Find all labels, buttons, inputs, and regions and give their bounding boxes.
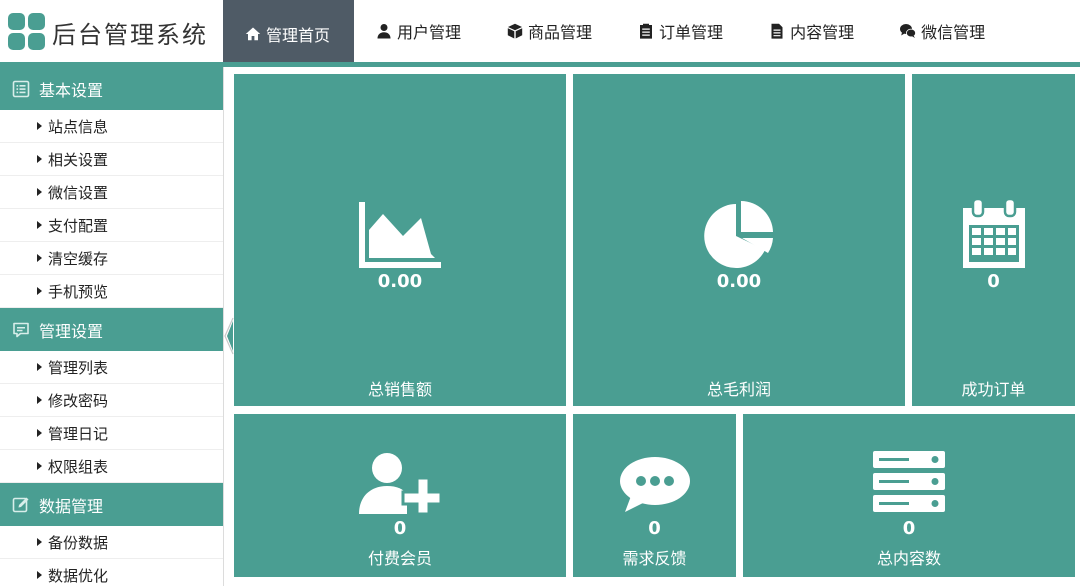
nav-label: 商品管理: [528, 23, 593, 42]
nav-item-home[interactable]: 管理首页: [223, 0, 355, 67]
sidebar: 基本设置 站点信息 相关设置 微信设置 支付配置 清空缓存 手机预览 管理设置 …: [0, 67, 223, 586]
wechat-icon: [900, 24, 917, 38]
caret-right-icon: [37, 254, 42, 262]
nav-item-products[interactable]: 商品管理: [485, 0, 616, 62]
tile-value: 0.00: [716, 271, 762, 292]
home-icon: [245, 27, 261, 40]
sidebar-group-title: 管理设置: [39, 321, 104, 341]
caret-right-icon: [37, 429, 42, 437]
top-header: 后台管理系统 管理首页 用户管理 商品管理 订单管理 内容管理 微信管理: [0, 0, 1080, 67]
nav-label: 用户管理: [397, 23, 462, 42]
caret-right-icon: [37, 538, 42, 546]
document-icon: [771, 23, 783, 39]
sidebar-group-title: 基本设置: [39, 80, 104, 100]
sidebar-item-admin-list[interactable]: 管理列表: [0, 351, 223, 384]
caret-right-icon: [37, 462, 42, 470]
sidebar-item-label: 管理列表: [48, 358, 109, 377]
sidebar-group-admin-settings[interactable]: 管理设置: [0, 308, 223, 351]
sidebar-item-label: 支付配置: [48, 216, 109, 235]
app-title: 后台管理系统: [52, 20, 208, 49]
caret-right-icon: [37, 363, 42, 371]
nav-item-content[interactable]: 内容管理: [747, 0, 878, 62]
list-icon: [12, 80, 30, 97]
sidebar-item-optimize-data[interactable]: 数据优化: [0, 559, 223, 586]
sidebar-item-mobile-preview[interactable]: 手机预览: [0, 275, 223, 308]
sidebar-item-label: 相关设置: [48, 150, 109, 169]
tile-value: 0.00: [377, 271, 423, 292]
sidebar-item-payment-config[interactable]: 支付配置: [0, 209, 223, 242]
cube-icon: [507, 23, 523, 39]
tile-total-content[interactable]: 0 总内容数: [743, 414, 1075, 577]
edit-icon: [12, 497, 29, 512]
sidebar-item-backup-data[interactable]: 备份数据: [0, 526, 223, 559]
tile-value: 0: [987, 271, 1000, 292]
tile-value: 0: [393, 518, 407, 539]
caret-right-icon: [37, 571, 42, 579]
clipboard-icon: [640, 23, 653, 39]
sidebar-item-admin-log[interactable]: 管理日记: [0, 417, 223, 450]
tile-value: 0: [902, 518, 916, 539]
tile-label: 总内容数: [876, 549, 941, 568]
sidebar-item-permission-groups[interactable]: 权限组表: [0, 450, 223, 483]
nav-label: 内容管理: [790, 23, 855, 42]
caret-right-icon: [37, 155, 42, 163]
caret-right-icon: [37, 122, 42, 130]
pie-chart-icon: [704, 201, 773, 268]
user-icon: [377, 24, 391, 39]
comment-icon: [13, 322, 29, 337]
sidebar-item-label: 权限组表: [48, 457, 109, 476]
calendar-icon: [962, 198, 1025, 268]
sidebar-group-basic-settings[interactable]: 基本设置: [0, 67, 223, 110]
tile-label: 总销售额: [367, 380, 432, 399]
tile-feedback[interactable]: 0 需求反馈: [573, 414, 736, 577]
sidebar-item-wechat-settings[interactable]: 微信设置: [0, 176, 223, 209]
caret-right-icon: [37, 396, 42, 404]
nav-item-users[interactable]: 用户管理: [354, 0, 485, 62]
tile-successful-orders[interactable]: 0 成功订单: [912, 74, 1075, 406]
sidebar-item-clear-cache[interactable]: 清空缓存: [0, 242, 223, 275]
sidebar-group-title: 数据管理: [39, 496, 104, 516]
sidebar-item-label: 管理日记: [48, 424, 109, 443]
server-icon: [873, 451, 945, 512]
tile-total-gross-profit[interactable]: 0.00 总毛利润: [573, 74, 905, 406]
caret-right-icon: [37, 287, 42, 295]
sidebar-item-label: 手机预览: [48, 282, 109, 301]
sidebar-group-data-management[interactable]: 数据管理: [0, 483, 223, 526]
tile-total-sales[interactable]: 0.00 总销售额: [234, 74, 566, 406]
nav-label: 订单管理: [659, 23, 724, 42]
sidebar-item-label: 站点信息: [48, 117, 109, 136]
nav-item-orders[interactable]: 订单管理: [616, 0, 747, 62]
app-logo[interactable]: 后台管理系统: [8, 12, 208, 52]
sidebar-item-label: 备份数据: [48, 533, 109, 552]
sidebar-item-site-info[interactable]: 站点信息: [0, 110, 223, 143]
caret-right-icon: [37, 188, 42, 196]
user-add-icon: [359, 453, 441, 514]
nav-label: 管理首页: [266, 25, 331, 45]
top-nav: 管理首页 用户管理 商品管理 订单管理 内容管理 微信管理: [223, 0, 1009, 67]
sidebar-item-change-password[interactable]: 修改密码: [0, 384, 223, 417]
chat-bubble-icon: [619, 457, 690, 512]
tile-label: 成功订单: [961, 380, 1026, 399]
nav-label: 微信管理: [921, 23, 986, 42]
sidebar-item-label: 微信设置: [48, 183, 109, 202]
sidebar-item-related-settings[interactable]: 相关设置: [0, 143, 223, 176]
caret-right-icon: [37, 221, 42, 229]
sidebar-item-label: 清空缓存: [48, 249, 109, 268]
tile-label: 总毛利润: [706, 380, 771, 399]
tile-paid-members[interactable]: 0 付费会员: [234, 414, 566, 577]
sidebar-item-label: 数据优化: [48, 566, 109, 585]
tile-label: 付费会员: [367, 549, 432, 568]
area-chart-icon: [359, 202, 441, 268]
sidebar-item-label: 修改密码: [48, 391, 109, 410]
nav-item-wechat[interactable]: 微信管理: [878, 0, 1009, 62]
logo-grid-icon: [8, 13, 46, 51]
sidebar-collapse-arrow-icon[interactable]: [224, 316, 234, 356]
tile-label: 需求反馈: [622, 549, 687, 568]
tile-value: 0: [648, 518, 661, 539]
